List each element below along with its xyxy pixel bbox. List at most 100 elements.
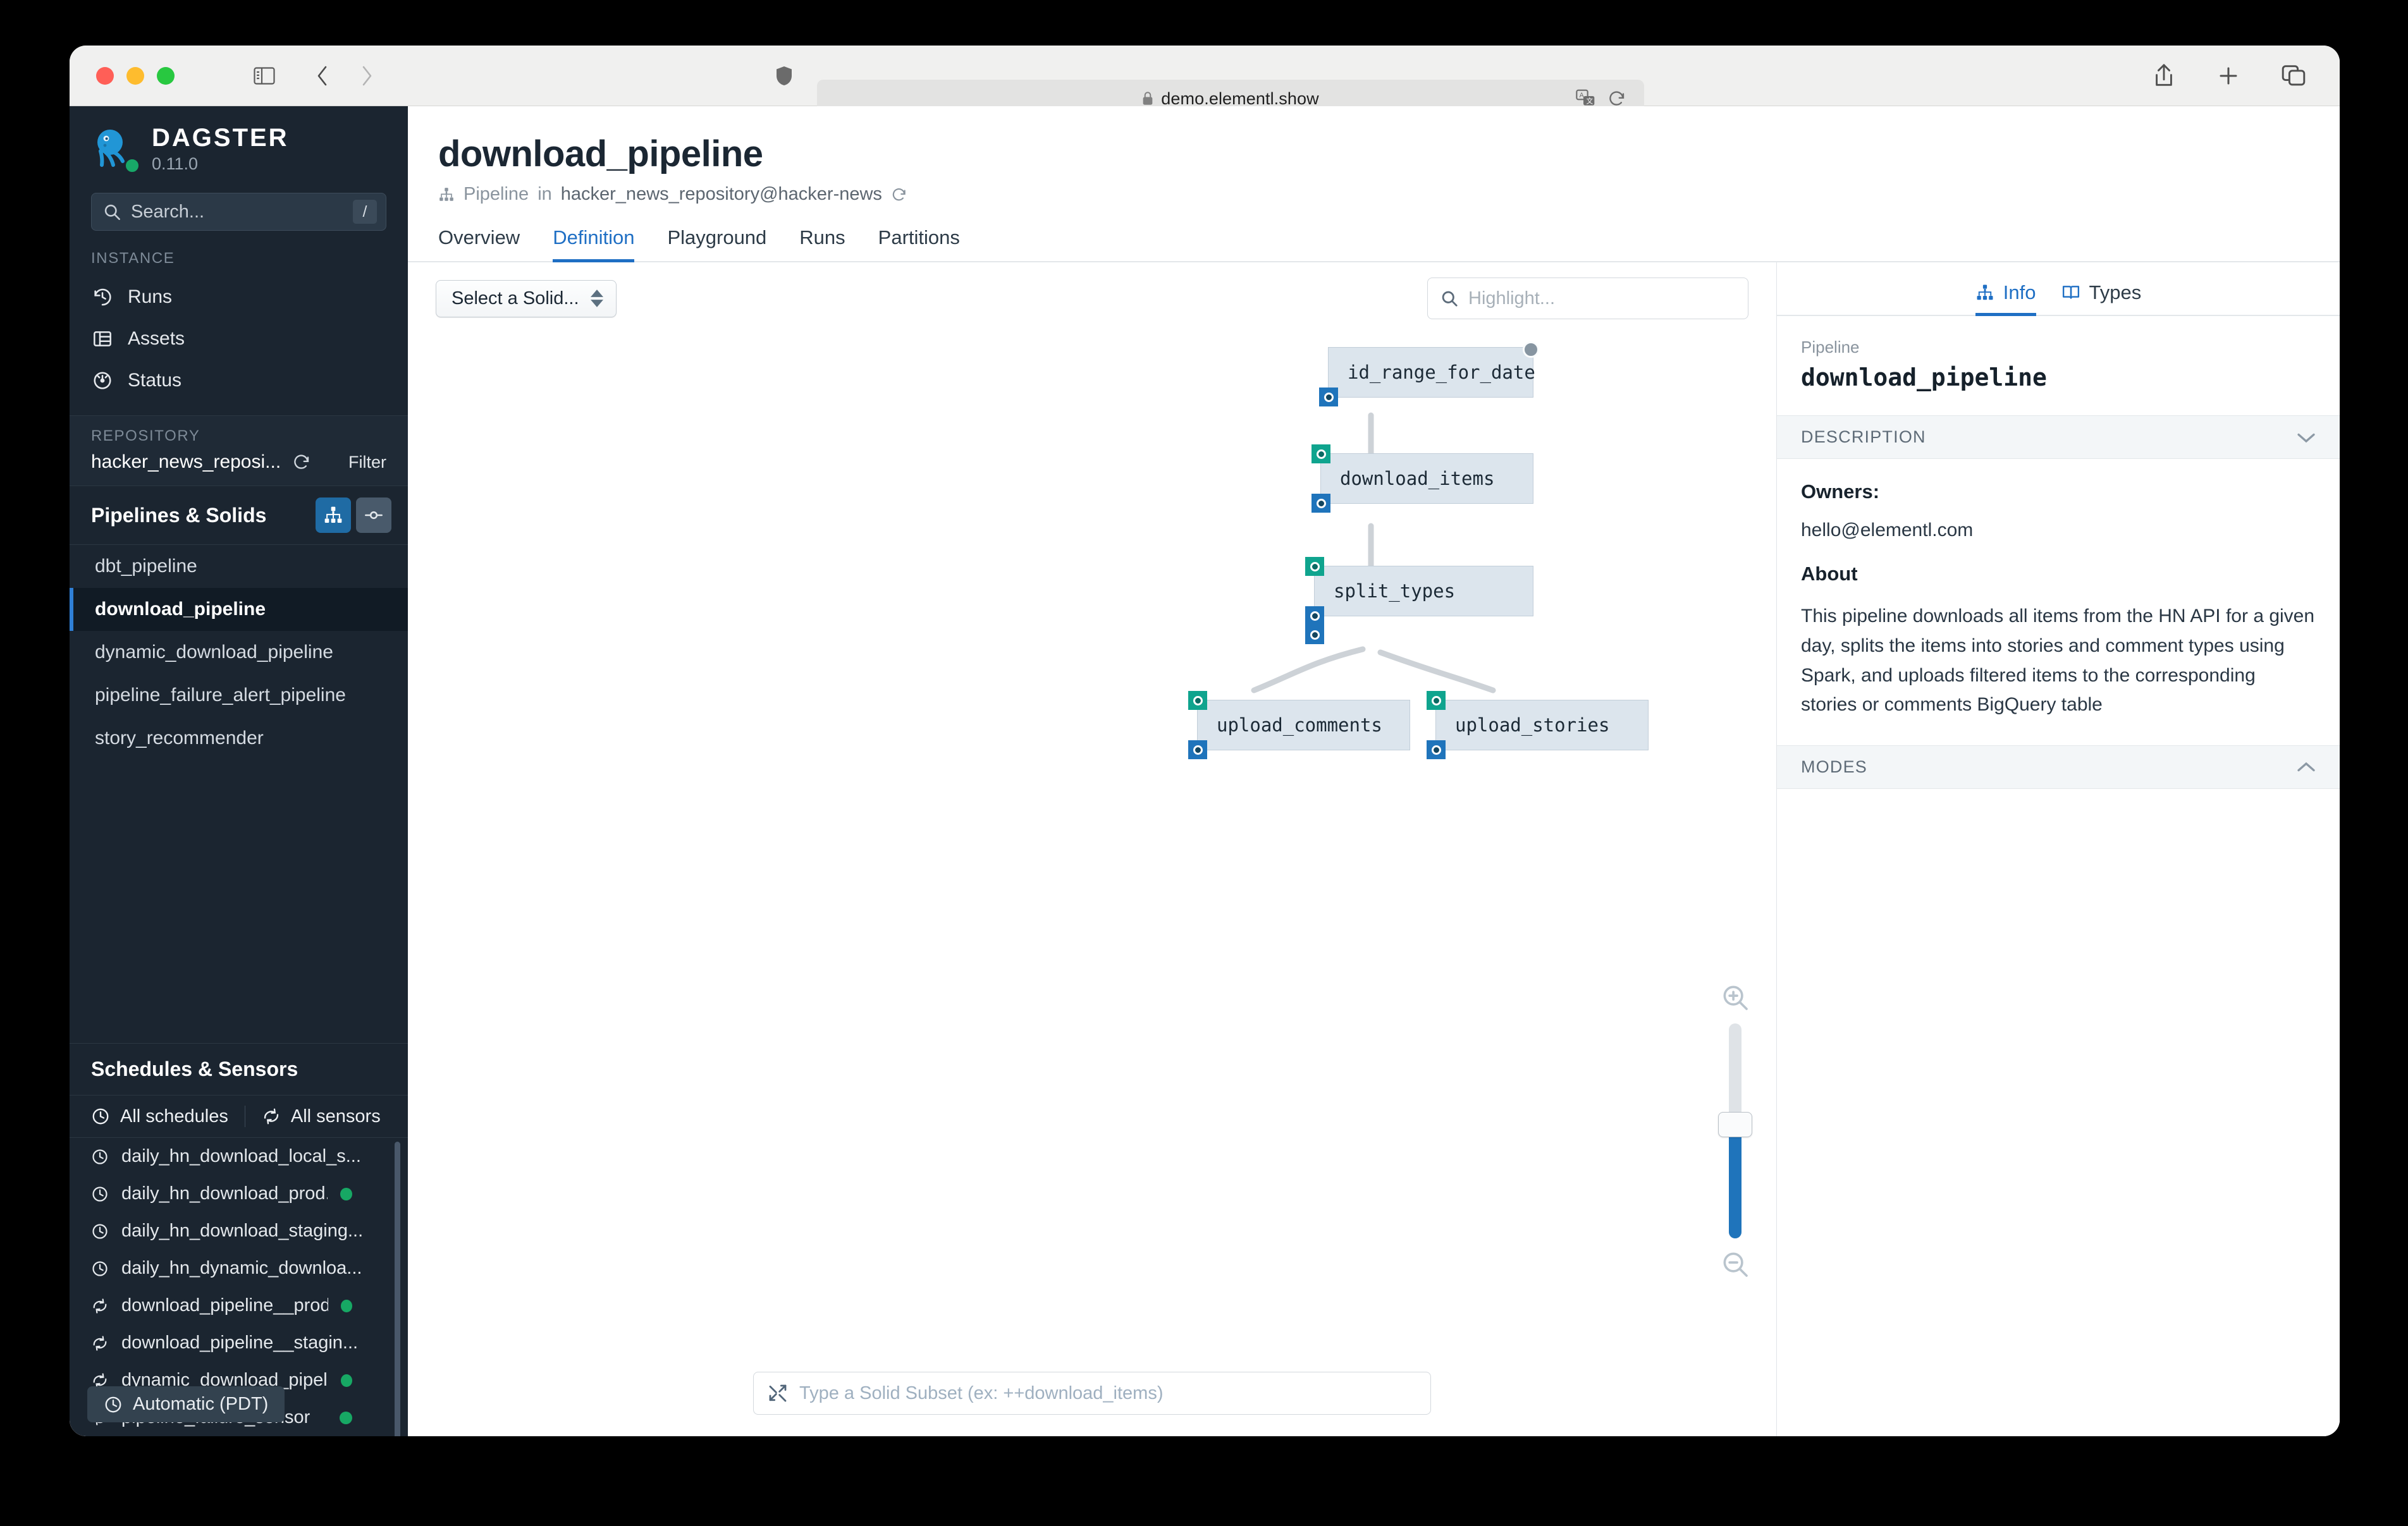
about-text: This pipeline downloads all items from t… bbox=[1801, 606, 2315, 716]
sidebar-item-assets[interactable]: Assets bbox=[70, 318, 408, 360]
schedule-list-item[interactable]: daily_hn_download_staging... bbox=[70, 1212, 408, 1250]
close-window-button[interactable] bbox=[96, 67, 114, 85]
forward-button[interactable] bbox=[354, 63, 379, 89]
sidebar-item-status[interactable]: Status bbox=[70, 360, 408, 401]
repository-block: REPOSITORY hacker_news_reposi... Filter bbox=[70, 416, 408, 485]
sidebar-item-runs[interactable]: Runs bbox=[70, 276, 408, 318]
schedule-list-item[interactable]: daily_hn_download_prod... bbox=[70, 1175, 408, 1212]
share-icon[interactable] bbox=[2153, 63, 2175, 89]
description-section-header[interactable]: DESCRIPTION bbox=[1777, 415, 2340, 459]
zoom-control[interactable] bbox=[1718, 983, 1752, 1279]
chevron-down-icon bbox=[2297, 431, 2316, 444]
output-connector[interactable] bbox=[1319, 388, 1338, 406]
select-solid-dropdown[interactable]: Select a Solid... bbox=[436, 279, 617, 317]
timezone-selector[interactable]: Automatic (PDT) bbox=[87, 1386, 285, 1422]
pipeline-list-item[interactable]: dbt_pipeline bbox=[70, 545, 408, 588]
status-badge bbox=[340, 1299, 352, 1312]
chevron-up-icon bbox=[2297, 761, 2316, 774]
back-button[interactable] bbox=[310, 63, 335, 89]
reload-icon[interactable] bbox=[1607, 89, 1626, 108]
repository-name[interactable]: hacker_news_reposi... bbox=[91, 451, 281, 473]
output-connector[interactable] bbox=[1312, 494, 1330, 513]
tab-types[interactable]: Types bbox=[2061, 281, 2141, 316]
brand-version: 0.11.0 bbox=[152, 154, 199, 173]
clock-icon bbox=[91, 1260, 109, 1278]
tab-playground[interactable]: Playground bbox=[667, 226, 766, 262]
solid-node-id-range-for-date[interactable]: id_range_for_date bbox=[1319, 341, 1539, 406]
owners-value: hello@elementl.com bbox=[1801, 520, 1974, 540]
solid-node-split-types[interactable]: split_types bbox=[1305, 557, 1533, 644]
output-connector[interactable] bbox=[1188, 740, 1207, 759]
all-sensors-label: All sensors bbox=[290, 1106, 381, 1126]
input-connector[interactable] bbox=[1427, 691, 1446, 710]
brand-header[interactable]: DAGSTER 0.11.0 bbox=[70, 106, 408, 176]
tab-definition[interactable]: Definition bbox=[553, 226, 635, 262]
browser-toolbar: demo.elementl.show A 文 bbox=[70, 46, 2340, 118]
solid-subset-input[interactable]: Type a Solid Subset (ex: ++download_item… bbox=[753, 1372, 1431, 1415]
pipeline-list-item[interactable]: pipeline_failure_alert_pipeline bbox=[70, 674, 408, 717]
sidebar-toggle-icon[interactable] bbox=[252, 63, 277, 89]
tab-info[interactable]: Info bbox=[1975, 281, 2036, 316]
tab-overview[interactable]: Overview bbox=[438, 226, 520, 262]
search-input[interactable]: Search... / bbox=[91, 193, 386, 231]
breadcrumb-kind: Pipeline bbox=[464, 184, 529, 204]
sensor-list-item[interactable]: download_pipeline__stagin... bbox=[70, 1324, 408, 1362]
output-connector[interactable] bbox=[1427, 740, 1446, 759]
sensor-icon bbox=[91, 1297, 109, 1315]
pipeline-list-item[interactable]: story_recommender bbox=[70, 717, 408, 760]
schedules-sensors-links: All schedules All sensors bbox=[70, 1096, 408, 1138]
schedule-list-item[interactable]: daily_hn_download_local_s... bbox=[70, 1138, 408, 1175]
repository-filter-button[interactable]: Filter bbox=[348, 453, 386, 472]
instance-section-label: INSTANCE bbox=[91, 250, 175, 267]
modes-section-header[interactable]: MODES bbox=[1777, 745, 2340, 790]
translate-icon[interactable]: A 文 bbox=[1576, 89, 1596, 108]
chevron-updown-icon bbox=[590, 290, 603, 307]
browser-actions bbox=[2153, 63, 2306, 89]
input-connector[interactable] bbox=[1312, 444, 1330, 463]
all-sensors-link[interactable]: All sensors bbox=[262, 1106, 381, 1127]
solid-view-icon[interactable] bbox=[356, 497, 391, 533]
minimize-window-button[interactable] bbox=[126, 67, 144, 85]
sensor-icon bbox=[91, 1334, 109, 1352]
zoom-slider-fill bbox=[1729, 1130, 1742, 1238]
pipeline-list-item[interactable]: dynamic_download_pipeline bbox=[70, 631, 408, 674]
select-solid-label: Select a Solid... bbox=[452, 288, 579, 308]
new-tab-icon[interactable] bbox=[2217, 64, 2240, 87]
repository-reload-icon[interactable] bbox=[292, 453, 311, 472]
privacy-shield-icon[interactable] bbox=[773, 64, 796, 87]
tab-runs[interactable]: Runs bbox=[799, 226, 845, 262]
all-schedules-link[interactable]: All schedules bbox=[91, 1106, 228, 1127]
zoom-slider[interactable] bbox=[1718, 1023, 1752, 1238]
solid-node-upload-stories[interactable]: upload_stories bbox=[1427, 691, 1649, 759]
breadcrumb-repo[interactable]: hacker_news_repository@hacker-news bbox=[561, 184, 882, 205]
tab-overview-icon[interactable] bbox=[2282, 64, 2306, 87]
config-badge-icon bbox=[1523, 341, 1539, 358]
sensor-list-item[interactable]: download_pipeline__prod... bbox=[70, 1287, 408, 1324]
about-heading: About bbox=[1801, 563, 1858, 585]
history-icon bbox=[91, 286, 114, 308]
schedule-list-item[interactable]: daily_hn_dynamic_downloa... bbox=[70, 1250, 408, 1287]
search-placeholder: Search... bbox=[131, 201, 205, 222]
output-connector-1[interactable] bbox=[1305, 606, 1324, 625]
highlight-input[interactable]: Highlight... bbox=[1427, 278, 1748, 319]
reload-icon[interactable] bbox=[891, 186, 907, 203]
solid-node-upload-comments[interactable]: upload_comments bbox=[1188, 691, 1410, 759]
output-connector-2[interactable] bbox=[1305, 625, 1324, 644]
zoom-out-icon[interactable] bbox=[1721, 1250, 1750, 1279]
input-connector[interactable] bbox=[1305, 557, 1324, 576]
zoom-slider-handle[interactable] bbox=[1718, 1112, 1752, 1137]
maximize-window-button[interactable] bbox=[157, 67, 175, 85]
info-pipeline-name: download_pipeline bbox=[1801, 363, 2047, 391]
status-badge bbox=[340, 1187, 352, 1200]
input-connector[interactable] bbox=[1188, 691, 1207, 710]
sidebar-scrollbar[interactable] bbox=[395, 1142, 400, 1436]
window-controls[interactable] bbox=[96, 67, 175, 85]
pipeline-list-item-active[interactable]: download_pipeline bbox=[70, 588, 408, 631]
zoom-in-icon[interactable] bbox=[1721, 983, 1750, 1012]
tab-partitions[interactable]: Partitions bbox=[878, 226, 960, 262]
dagster-logo-icon bbox=[91, 126, 140, 174]
solid-node-download-items[interactable]: download_items bbox=[1312, 444, 1533, 513]
graph-view-icon[interactable] bbox=[316, 497, 351, 533]
pipeline-graph-canvas[interactable]: id_range_for_date download_items split_t… bbox=[408, 333, 1776, 1436]
